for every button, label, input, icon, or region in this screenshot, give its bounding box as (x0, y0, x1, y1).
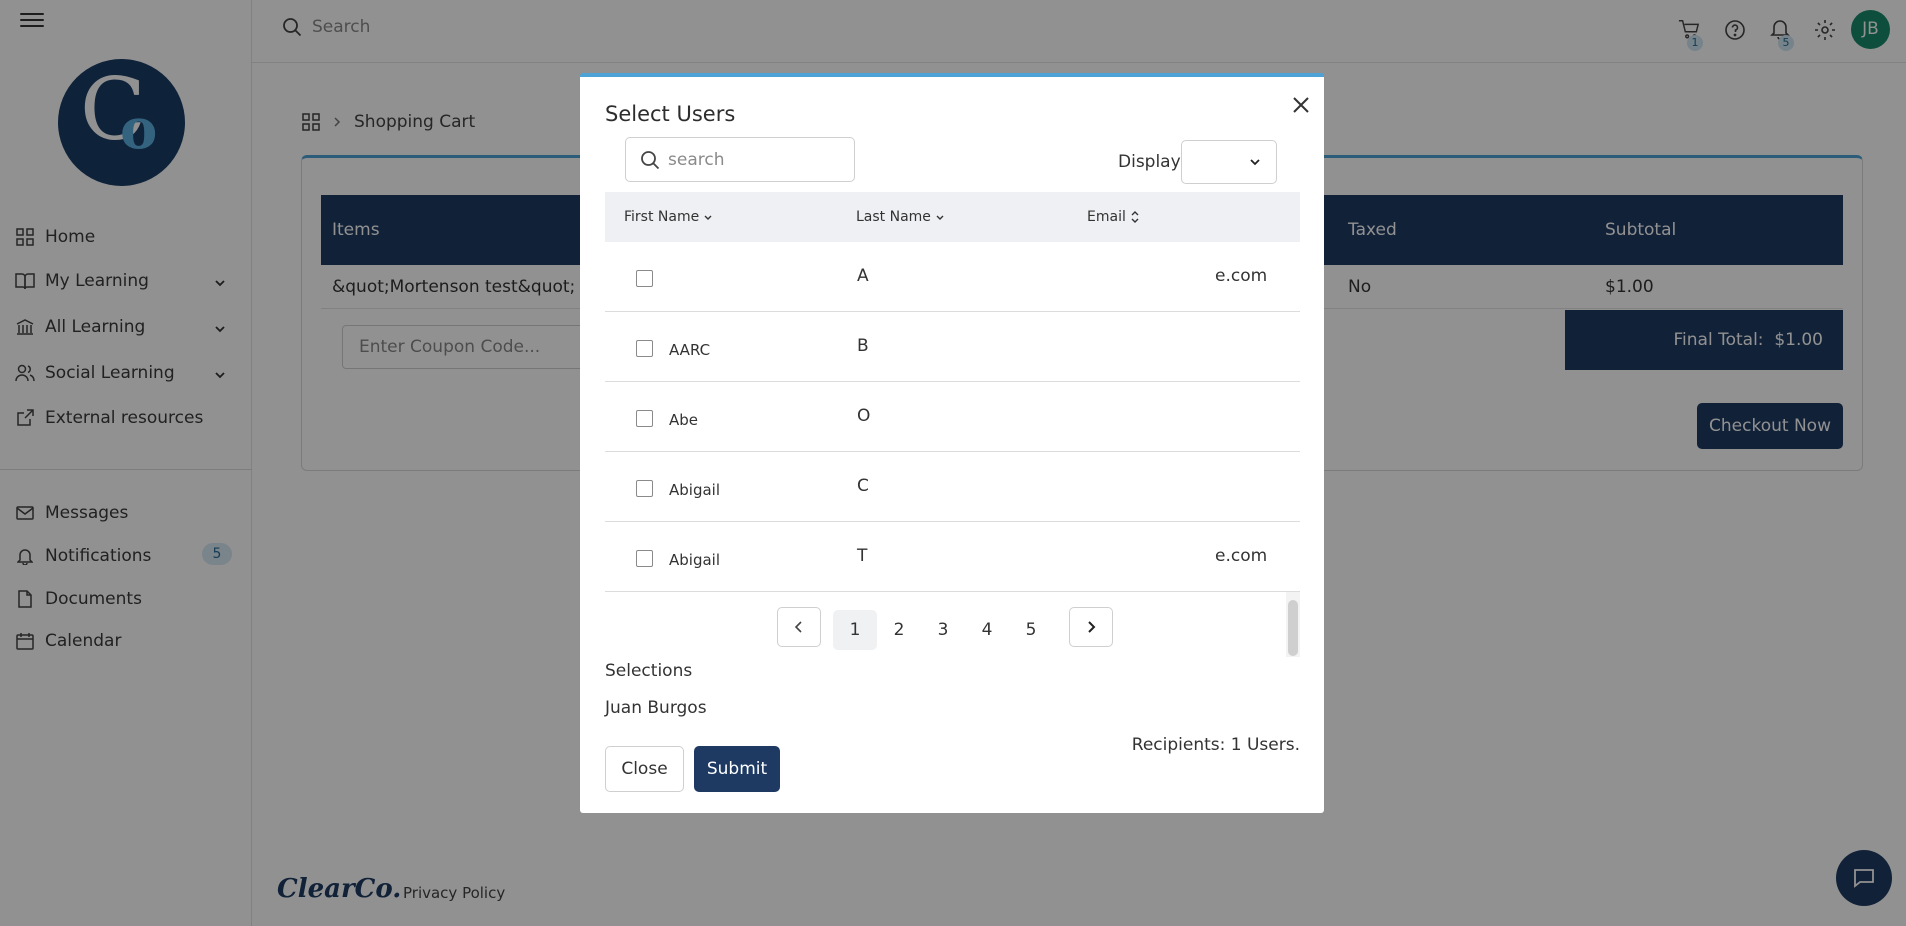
sort-icon (1131, 211, 1139, 223)
email-cell: e.com (1215, 546, 1268, 566)
selections-label: Selections (605, 661, 693, 681)
search-icon (641, 150, 660, 169)
sort-email[interactable]: Email (1087, 209, 1140, 225)
next-page-button[interactable] (1069, 607, 1113, 647)
pagination: 1 2 3 4 5 (580, 607, 1324, 652)
select-users-modal: Select Users Display First Name Last Nam… (580, 73, 1324, 813)
modal-title: Select Users (605, 102, 736, 126)
first-name-cell: Abigail (669, 551, 720, 569)
user-search-input[interactable] (668, 149, 848, 170)
email-cell: e.com (1215, 266, 1268, 286)
chevron-down-icon (936, 215, 944, 220)
chevron-down-icon (704, 215, 712, 220)
col-last-name: Last Name (856, 209, 931, 225)
users-table-header: First Name Last Name Email (605, 192, 1300, 242)
page-3[interactable]: 3 (921, 610, 965, 650)
last-name-cell: B (857, 336, 869, 356)
row-checkbox[interactable] (636, 340, 653, 357)
table-row[interactable]: AARC B (605, 312, 1300, 382)
first-name-cell: AARC (669, 341, 711, 359)
col-first-name: First Name (624, 209, 700, 225)
last-name-cell: A (857, 266, 869, 286)
chevron-right-icon (1088, 621, 1096, 633)
users-table-body: A e.com AARC B Abe O Abigail C Abigail T… (605, 242, 1300, 592)
col-email: Email (1087, 209, 1126, 225)
row-checkbox[interactable] (636, 410, 653, 427)
sort-last-name[interactable]: Last Name (856, 209, 945, 225)
prev-page-button[interactable] (777, 607, 821, 647)
table-row[interactable]: A e.com (605, 242, 1300, 312)
page-5[interactable]: 5 (1009, 610, 1053, 650)
close-button[interactable]: Close (605, 746, 684, 792)
page-1[interactable]: 1 (833, 610, 877, 650)
table-row[interactable]: Abigail T e.com (605, 522, 1300, 592)
first-name-cell: Abe (669, 411, 699, 429)
first-name-cell: Abigail (669, 481, 720, 499)
user-search[interactable] (625, 137, 855, 182)
sort-first-name[interactable]: First Name (624, 209, 713, 225)
table-row[interactable]: Abe O (605, 382, 1300, 452)
chevron-left-icon (794, 621, 802, 633)
display-select[interactable] (1181, 140, 1277, 184)
row-checkbox[interactable] (636, 480, 653, 497)
row-checkbox[interactable] (636, 270, 653, 287)
display-label: Display (1118, 152, 1181, 172)
submit-button[interactable]: Submit (694, 746, 780, 792)
row-checkbox[interactable] (636, 550, 653, 567)
last-name-cell: O (857, 406, 871, 426)
last-name-cell: C (857, 476, 869, 496)
table-row[interactable]: Abigail C (605, 452, 1300, 522)
selected-user: Juan Burgos (605, 698, 707, 718)
recipients-count: Recipients: 1 Users. (1131, 735, 1300, 755)
close-icon[interactable] (1289, 93, 1313, 117)
page-4[interactable]: 4 (965, 610, 1009, 650)
page-2[interactable]: 2 (877, 610, 921, 650)
last-name-cell: T (857, 546, 868, 566)
chevron-down-icon (1250, 159, 1260, 166)
